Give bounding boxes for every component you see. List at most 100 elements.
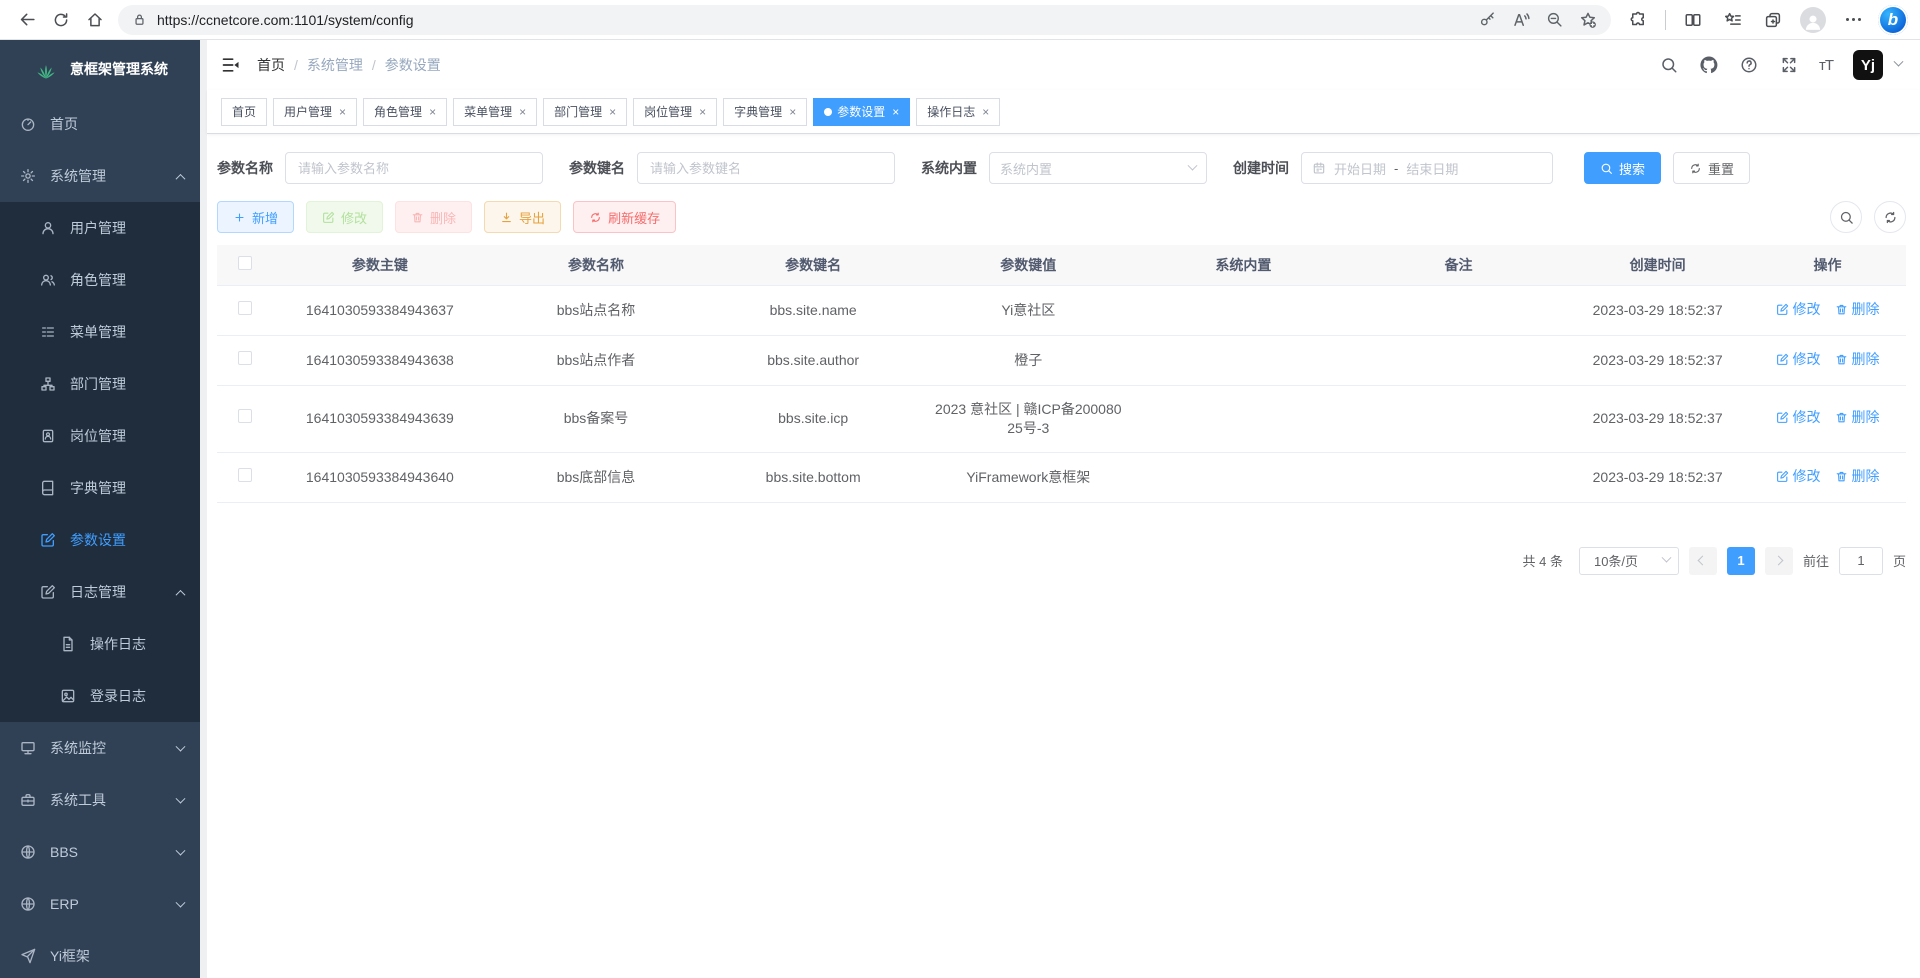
sidebar-item-menu-mgmt[interactable]: 菜单管理 [0,306,200,358]
page-size-select[interactable]: 10条/页 [1579,547,1679,575]
row-checkbox[interactable] [238,468,252,482]
param-name-input[interactable] [285,152,543,184]
row-edit-link[interactable]: 修改 [1776,408,1821,427]
tab-param-config[interactable]: 参数设置× [813,98,910,126]
row-delete-link[interactable]: 删除 [1835,350,1880,369]
read-aloud-icon[interactable] [1512,11,1530,29]
row-checkbox[interactable] [238,351,252,365]
toggle-search-button[interactable] [1830,201,1862,233]
row-delete-link[interactable]: 删除 [1835,300,1880,319]
sidebar-item-home[interactable]: 首页 [0,98,200,150]
browser-back-button[interactable] [10,4,44,36]
fullscreen-icon[interactable] [1779,55,1799,75]
tab-post-mgmt[interactable]: 岗位管理× [633,98,717,126]
font-size-icon[interactable]: тT [1819,57,1833,74]
split-screen-icon[interactable] [1676,4,1710,36]
page-1-button[interactable]: 1 [1727,547,1755,575]
sidebar-item-role-mgmt[interactable]: 角色管理 [0,254,200,306]
close-icon[interactable]: × [789,105,796,119]
builtin-select[interactable]: 系统内置 [989,152,1207,184]
sidebar-item-system[interactable]: 系统管理 [0,150,200,202]
sidebar-scrollbar[interactable] [200,40,207,978]
row-delete-link[interactable]: 删除 [1835,408,1880,427]
add-favorite-icon[interactable] [1579,11,1597,29]
close-icon[interactable]: × [982,105,989,119]
start-date-placeholder[interactable]: 开始日期 [1334,159,1386,178]
browser-menu-icon[interactable] [1836,4,1870,36]
lock-icon[interactable] [132,12,147,27]
row-edit-link[interactable]: 修改 [1776,350,1821,369]
favorites-icon[interactable] [1716,4,1750,36]
edit-button[interactable]: 修改 [306,201,383,233]
table-row[interactable]: 1641030593384943639 bbs备案号 bbs.site.icp … [217,385,1906,452]
sidebar-fold-icon[interactable] [221,55,241,75]
sidebar-item-monitor[interactable]: 系统监控 [0,722,200,774]
sidebar-item-user-mgmt[interactable]: 用户管理 [0,202,200,254]
close-icon[interactable]: × [339,105,346,119]
app-logo[interactable]: 意框架管理系统 [0,40,200,98]
table-row[interactable]: 1641030593384943637 bbs站点名称 bbs.site.nam… [217,285,1906,335]
tab-oper-log[interactable]: 操作日志× [916,98,1000,126]
browser-refresh-button[interactable] [44,4,78,36]
tab-role-mgmt[interactable]: 角色管理× [363,98,447,126]
prev-page-button[interactable] [1689,547,1717,575]
sidebar-item-tools[interactable]: 系统工具 [0,774,200,826]
sidebar-item-dept-mgmt[interactable]: 部门管理 [0,358,200,410]
tab-user-mgmt[interactable]: 用户管理× [273,98,357,126]
sidebar-item-bbs[interactable]: BBS [0,826,200,878]
extensions-icon[interactable] [1621,4,1655,36]
date-range-picker[interactable]: 开始日期 - 结束日期 [1301,152,1553,184]
sidebar-item-erp[interactable]: ERP [0,878,200,930]
bing-chat-icon[interactable]: b [1876,4,1910,36]
address-bar[interactable]: https://ccnetcore.com:1101/system/config [118,5,1611,35]
sidebar-item-dict-mgmt[interactable]: 字典管理 [0,462,200,514]
table-row[interactable]: 1641030593384943640 bbs底部信息 bbs.site.bot… [217,452,1906,502]
github-icon[interactable] [1699,55,1719,75]
param-key-input[interactable] [637,152,895,184]
help-icon[interactable] [1739,55,1759,75]
sidebar-item-yi-framework[interactable]: Yi框架 [0,930,200,978]
refresh-table-button[interactable] [1874,201,1906,233]
close-icon[interactable]: × [699,105,706,119]
sidebar-item-post-mgmt[interactable]: 岗位管理 [0,410,200,462]
select-all-checkbox[interactable] [238,256,252,270]
close-icon[interactable]: × [519,105,526,119]
avatar-caret-icon[interactable] [1895,59,1902,71]
end-date-placeholder[interactable]: 结束日期 [1406,159,1458,178]
browser-profile-avatar[interactable] [1796,4,1830,36]
reset-button[interactable]: 重置 [1673,152,1750,184]
row-edit-link[interactable]: 修改 [1776,300,1821,319]
collections-icon[interactable] [1756,4,1790,36]
row-edit-link[interactable]: 修改 [1776,467,1821,486]
tab-dict-mgmt[interactable]: 字典管理× [723,98,807,126]
user-avatar[interactable]: Yj [1853,50,1883,80]
table-row[interactable]: 1641030593384943638 bbs站点作者 bbs.site.aut… [217,335,1906,385]
row-delete-link[interactable]: 删除 [1835,467,1880,486]
browser-home-button[interactable] [78,4,112,36]
password-key-icon[interactable] [1479,11,1496,28]
export-button[interactable]: 导出 [484,201,561,233]
next-page-button[interactable] [1765,547,1793,575]
tab-dept-mgmt[interactable]: 部门管理× [543,98,627,126]
sidebar-item-login-log[interactable]: 登录日志 [0,670,200,722]
header-search-icon[interactable] [1659,55,1679,75]
search-button[interactable]: 搜索 [1584,152,1661,184]
close-icon[interactable]: × [892,105,899,119]
goto-page-input[interactable] [1839,547,1883,575]
breadcrumb-home[interactable]: 首页 [257,55,285,75]
system-submenu: 用户管理 角色管理 菜单管理 部门管理 [0,202,200,722]
row-checkbox[interactable] [238,301,252,315]
sidebar-item-oper-log[interactable]: 操作日志 [0,618,200,670]
tab-home[interactable]: 首页 [221,98,267,126]
refresh-cache-button[interactable]: 刷新缓存 [573,201,676,233]
close-icon[interactable]: × [429,105,436,119]
close-icon[interactable]: × [609,105,616,119]
sidebar-item-param-config[interactable]: 参数设置 [0,514,200,566]
tab-menu-mgmt[interactable]: 菜单管理× [453,98,537,126]
url-text[interactable]: https://ccnetcore.com:1101/system/config [157,12,1479,28]
sidebar-item-log-mgmt[interactable]: 日志管理 [0,566,200,618]
row-checkbox[interactable] [238,409,252,423]
delete-button[interactable]: 删除 [395,201,472,233]
add-button[interactable]: 新增 [217,201,294,233]
zoom-out-icon[interactable] [1546,11,1563,28]
